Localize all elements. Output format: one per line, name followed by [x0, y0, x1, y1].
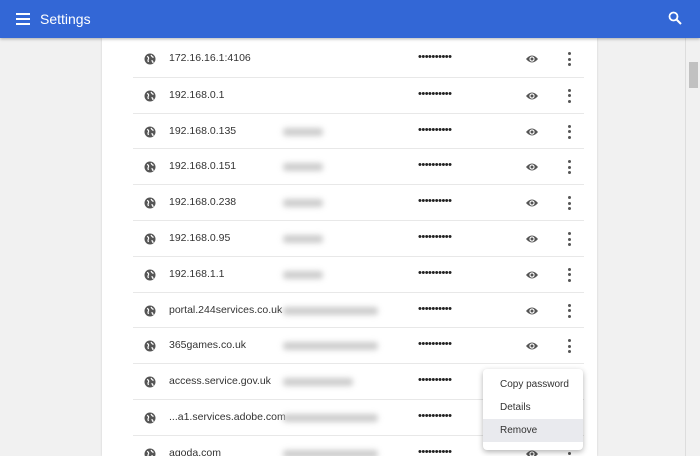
password-masked: ••••••••••	[418, 266, 452, 279]
globe-icon	[144, 376, 156, 388]
globe-icon	[144, 161, 156, 173]
more-actions-button[interactable]	[566, 338, 572, 354]
app-header: Settings	[0, 0, 700, 38]
password-row: 365games.co.uk ••••••••••	[133, 327, 584, 363]
username-blurred	[283, 127, 323, 136]
menu-item-remove[interactable]: Remove	[483, 419, 583, 442]
site-name: agoda.com	[169, 446, 221, 456]
more-actions-button[interactable]	[566, 195, 572, 211]
show-password-eye-icon[interactable]	[525, 305, 539, 317]
more-actions-button[interactable]	[566, 124, 572, 140]
password-masked: ••••••••••	[418, 51, 452, 63]
password-masked: ••••••••••	[418, 123, 452, 136]
password-row: 192.168.1.1 ••••••••••	[133, 255, 584, 292]
globe-icon	[144, 197, 156, 209]
password-context-menu: Copy password Details Remove	[483, 369, 583, 450]
page-title: Settings	[40, 11, 91, 27]
globe-icon	[144, 233, 156, 245]
more-actions-button[interactable]	[566, 159, 572, 175]
password-row: 172.16.16.1:4106 ••••••••••	[133, 41, 584, 77]
globe-icon	[144, 269, 156, 281]
globe-icon	[144, 90, 156, 102]
show-password-eye-icon[interactable]	[525, 233, 539, 245]
show-password-eye-icon[interactable]	[525, 126, 539, 138]
username-blurred	[283, 270, 323, 279]
globe-icon	[144, 340, 156, 352]
site-name: access.service.gov.uk	[169, 375, 271, 388]
username-blurred	[283, 449, 378, 456]
username-blurred	[283, 199, 323, 208]
more-actions-button[interactable]	[566, 303, 572, 319]
scrollbar[interactable]	[685, 38, 700, 456]
password-row: 192.168.0.151 ••••••••••	[133, 148, 584, 184]
site-name: 365games.co.uk	[169, 339, 247, 352]
globe-icon	[144, 305, 156, 317]
password-row: 192.168.0.95 ••••••••••	[133, 220, 584, 256]
site-name: portal.244services.co.uk	[169, 303, 283, 316]
username-blurred	[283, 414, 378, 422]
hamburger-menu-icon[interactable]	[16, 13, 30, 25]
scrollbar-thumb[interactable]	[689, 62, 698, 88]
username-blurred	[283, 306, 378, 315]
password-masked: ••••••••••	[418, 445, 452, 456]
search-icon[interactable]	[668, 11, 682, 25]
globe-icon	[144, 53, 156, 65]
globe-icon	[144, 412, 156, 424]
password-masked: ••••••••••	[418, 231, 452, 243]
site-name: ...a1.services.adobe.com	[169, 411, 286, 423]
password-row: 192.168.0.1 ••••••••••	[133, 76, 584, 113]
site-name: 192.168.0.135	[169, 124, 237, 137]
show-password-eye-icon[interactable]	[525, 197, 539, 209]
site-name: 192.168.0.151	[169, 160, 237, 173]
show-password-eye-icon[interactable]	[525, 269, 539, 281]
password-masked: ••••••••••	[418, 195, 452, 208]
password-masked: ••••••••••	[418, 374, 452, 387]
site-name: 172.16.16.1:4106	[169, 52, 251, 64]
site-name: 192.168.1.1	[169, 267, 225, 280]
more-actions-button[interactable]	[566, 51, 572, 67]
username-blurred	[283, 235, 323, 243]
show-password-eye-icon[interactable]	[525, 161, 539, 173]
show-password-eye-icon[interactable]	[525, 53, 539, 65]
password-row: 192.168.0.238 ••••••••••	[133, 184, 584, 220]
site-name: 192.168.0.95	[169, 232, 231, 244]
more-actions-button[interactable]	[566, 231, 572, 247]
password-masked: ••••••••••	[418, 159, 452, 172]
password-masked: ••••••••••	[418, 338, 452, 351]
username-blurred	[283, 163, 323, 172]
menu-item-details[interactable]: Details	[483, 396, 583, 419]
more-actions-button[interactable]	[566, 88, 572, 104]
globe-icon	[144, 448, 156, 456]
password-masked: ••••••••••	[418, 87, 452, 100]
password-row: portal.244services.co.uk ••••••••••	[133, 291, 584, 328]
password-row: 192.168.0.135 ••••••••••	[133, 112, 584, 149]
site-name: 192.168.0.1	[169, 88, 225, 101]
site-name: 192.168.0.238	[169, 196, 237, 209]
more-actions-button[interactable]	[566, 267, 572, 283]
username-blurred	[283, 378, 353, 387]
show-password-eye-icon[interactable]	[525, 340, 539, 352]
password-masked: ••••••••••	[418, 302, 452, 315]
password-masked: ••••••••••	[418, 410, 452, 422]
globe-icon	[144, 126, 156, 138]
menu-item-copy-password[interactable]: Copy password	[483, 373, 583, 396]
show-password-eye-icon[interactable]	[525, 90, 539, 102]
username-blurred	[283, 342, 378, 351]
